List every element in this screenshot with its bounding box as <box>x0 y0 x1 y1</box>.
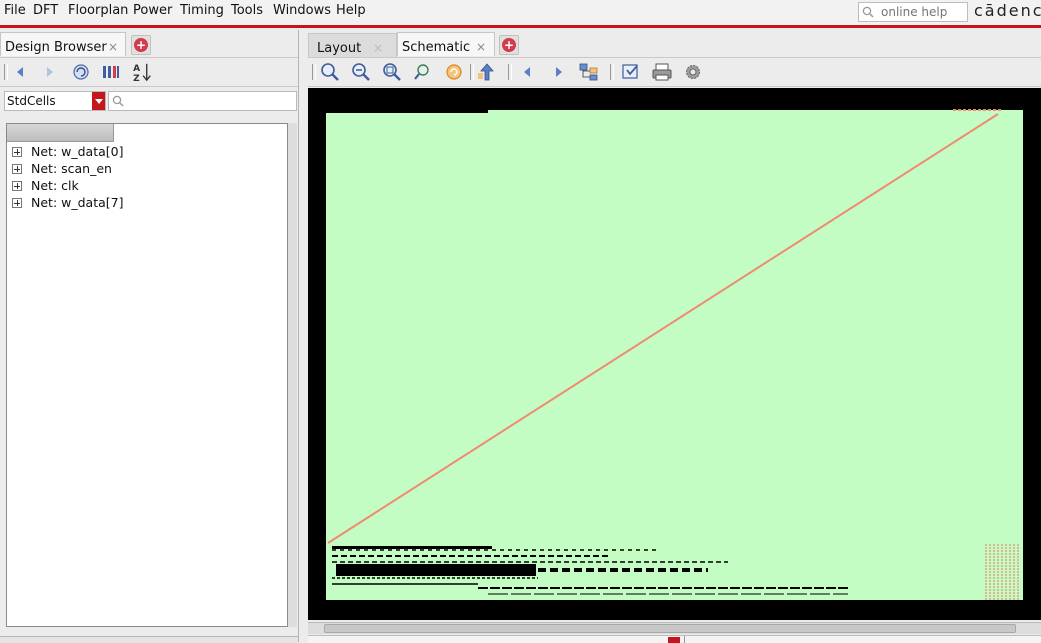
online-help-search[interactable] <box>858 2 968 22</box>
filter-icon[interactable] <box>100 62 122 82</box>
tab-schematic[interactable]: Schematic × <box>397 32 495 56</box>
tree-search-input[interactable] <box>108 91 297 111</box>
tree-item-label: Net: clk <box>31 178 79 193</box>
design-tree: Net: w_data[0] Net: scan_en Net: clk Net… <box>6 123 288 627</box>
tree-item-label: Net: w_data[0] <box>31 144 124 159</box>
zoom-in-icon[interactable] <box>319 62 341 82</box>
menubar: File DFT Floorplan Power Timing Tools Wi… <box>0 0 1041 25</box>
menu-help[interactable]: Help <box>336 3 366 18</box>
tab-label: Layout <box>317 41 362 56</box>
close-icon[interactable]: × <box>476 40 486 54</box>
toolbar-separator <box>470 64 474 80</box>
toolbar-separator <box>508 64 512 80</box>
view-toolbar <box>308 57 1041 87</box>
close-icon[interactable]: × <box>108 40 118 54</box>
search-icon <box>862 6 874 18</box>
design-browser-panel: Design Browser × + A Z StdCells Net: w_d… <box>0 30 299 643</box>
zoom-fit-icon[interactable] <box>381 62 403 82</box>
horizontal-scrollbar[interactable] <box>308 622 1041 634</box>
toolbar-grip[interactable] <box>4 64 8 80</box>
cadence-logo: cādence <box>974 1 1041 20</box>
menu-timing[interactable]: Timing <box>180 3 224 18</box>
menu-windows[interactable]: Windows <box>273 3 331 18</box>
svg-text:A: A <box>133 64 140 74</box>
toolbar-separator <box>610 64 614 80</box>
die-edge-top <box>326 110 488 113</box>
menu-floorplan[interactable]: Floorplan <box>68 3 128 18</box>
forward-icon[interactable] <box>547 62 569 82</box>
add-icon: + <box>502 38 516 52</box>
search-icon <box>112 95 124 107</box>
menu-file[interactable]: File <box>4 3 26 18</box>
library-select[interactable]: StdCells <box>4 91 106 111</box>
accent-divider <box>0 25 1041 28</box>
die-area <box>326 110 1023 600</box>
online-help-input[interactable] <box>881 4 965 20</box>
expand-icon[interactable] <box>12 164 22 174</box>
redraw-icon[interactable] <box>443 62 465 82</box>
menu-power[interactable]: Power <box>133 3 172 18</box>
sort-az-icon[interactable]: A Z <box>131 62 157 82</box>
tree-item-label: Net: scan_en <box>31 161 112 176</box>
scrollbar-thumb[interactable] <box>324 624 1016 633</box>
print-icon[interactable] <box>651 62 673 82</box>
tab-design-browser[interactable]: Design Browser × <box>0 32 126 56</box>
add-tab-button[interactable]: + <box>499 35 519 55</box>
hierarchy-icon[interactable] <box>578 62 600 82</box>
push-up-icon[interactable] <box>476 62 498 82</box>
zoom-previous-icon[interactable] <box>412 62 434 82</box>
back-arrow-icon[interactable] <box>10 62 32 82</box>
menu-dft[interactable]: DFT <box>33 3 58 18</box>
menu-tools[interactable]: Tools <box>231 3 263 18</box>
tree-column-header[interactable] <box>7 124 114 142</box>
tab-label: Schematic <box>402 40 471 55</box>
chevron-down-icon[interactable] <box>92 92 105 110</box>
tree-scrollbar[interactable] <box>288 123 297 627</box>
back-icon[interactable] <box>517 62 539 82</box>
tab-label: Design Browser <box>5 40 107 55</box>
svg-text:Z: Z <box>133 74 140 82</box>
library-select-value: StdCells <box>7 94 56 108</box>
forward-arrow-icon[interactable] <box>38 62 60 82</box>
view-panel: Layout × Schematic × + <box>305 30 1041 643</box>
status-indicator <box>668 637 680 643</box>
add-tab-button[interactable]: + <box>131 35 151 55</box>
schematic-canvas[interactable] <box>308 88 1041 620</box>
toolbar-grip[interactable] <box>312 64 316 80</box>
zoom-out-icon[interactable] <box>350 62 372 82</box>
expand-icon[interactable] <box>12 181 22 191</box>
select-icon[interactable] <box>620 62 642 82</box>
expand-icon[interactable] <box>12 198 22 208</box>
expand-icon[interactable] <box>12 147 22 157</box>
tree-item-label: Net: w_data[7] <box>31 195 124 210</box>
browser-toolbar: A Z <box>0 57 298 87</box>
design-view[interactable] <box>308 88 1041 620</box>
refresh-icon[interactable] <box>70 62 92 82</box>
add-icon: + <box>134 38 148 52</box>
settings-icon[interactable] <box>682 62 704 82</box>
close-icon[interactable]: × <box>373 41 383 55</box>
tab-layout[interactable]: Layout × <box>308 33 397 57</box>
